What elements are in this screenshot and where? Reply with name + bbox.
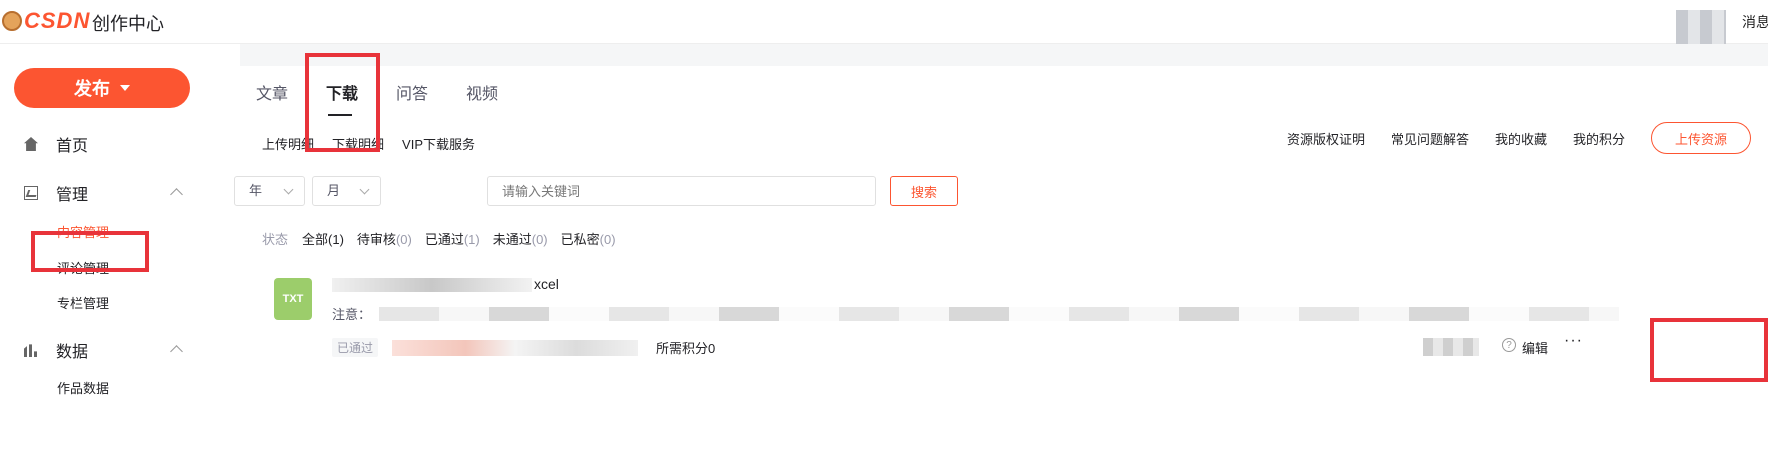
status-approved[interactable]: 已通过(1) bbox=[425, 229, 480, 248]
tab-qa[interactable]: 问答 bbox=[396, 80, 428, 104]
help-icon[interactable]: ? bbox=[1502, 338, 1516, 352]
subtab-download-detail[interactable]: 下载明细 bbox=[332, 134, 384, 153]
search-input[interactable] bbox=[487, 176, 876, 206]
year-select-value: 年 bbox=[249, 183, 263, 198]
top-bar: CSDN 创作中心 消息 bbox=[0, 0, 1768, 44]
resource-links: 资源版权证明 常见问题解答 我的收藏 我的积分 上传资源 bbox=[1287, 122, 1768, 154]
logo-text: CSDN bbox=[24, 8, 91, 33]
chevron-up-icon[interactable] bbox=[170, 188, 183, 201]
status-count: (1) bbox=[463, 232, 480, 247]
status-count: (1) bbox=[328, 232, 344, 247]
points-link[interactable]: 我的积分 bbox=[1573, 129, 1625, 148]
txt-file-icon: TXT bbox=[274, 278, 312, 320]
csdn-mascot-icon bbox=[2, 11, 22, 31]
sidebar-item-label: 管理 bbox=[56, 187, 89, 204]
status-count: (0) bbox=[531, 232, 548, 247]
month-select-value: 月 bbox=[327, 183, 341, 198]
month-select[interactable]: 月 bbox=[312, 176, 381, 206]
resource-meta: 已通过 所需积分0 bbox=[332, 338, 715, 357]
status-name: 全部 bbox=[302, 232, 329, 247]
status-rejected[interactable]: 未通过(0) bbox=[493, 229, 548, 248]
redacted-text bbox=[1423, 338, 1479, 356]
sidebar-item-content-manage[interactable]: 内容管理 bbox=[57, 222, 109, 241]
required-points: 所需积分0 bbox=[656, 341, 716, 356]
chevron-down-icon bbox=[359, 184, 370, 195]
sidebar-item-work-data[interactable]: 作品数据 bbox=[57, 378, 109, 397]
subtab-upload-detail[interactable]: 上传明细 bbox=[262, 134, 314, 153]
chart-icon bbox=[24, 186, 38, 200]
sidebar-item-label: 首页 bbox=[56, 138, 89, 155]
note-label: 注意： bbox=[332, 307, 372, 322]
sidebar-item-comment-manage[interactable]: 评论管理 bbox=[57, 258, 109, 277]
messages-link[interactable]: 消息 bbox=[1742, 12, 1768, 32]
sub-tab-bar: 上传明细 下载明细 VIP下载服务 bbox=[262, 134, 493, 153]
status-private[interactable]: 已私密(0) bbox=[561, 229, 616, 248]
caret-down-icon bbox=[120, 85, 130, 91]
resource-note: 注意： bbox=[332, 304, 1620, 323]
tab-articles[interactable]: 文章 bbox=[256, 80, 288, 104]
app-title: 创作中心 bbox=[92, 14, 164, 34]
year-select[interactable]: 年 bbox=[234, 176, 305, 206]
copyright-proof-link[interactable]: 资源版权证明 bbox=[1287, 129, 1365, 148]
chevron-up-icon[interactable] bbox=[170, 345, 183, 358]
edit-button[interactable]: 编辑 bbox=[1522, 338, 1548, 357]
status-count: (0) bbox=[599, 232, 616, 247]
avatar[interactable] bbox=[1676, 10, 1726, 44]
status-count: (0) bbox=[395, 232, 412, 247]
sidebar-item-data[interactable]: 数据 bbox=[24, 338, 88, 362]
resource-title-suffix: xcel bbox=[534, 276, 559, 292]
redacted-text bbox=[392, 339, 639, 356]
status-badge: 已通过 bbox=[332, 338, 379, 357]
status-name: 已私密 bbox=[560, 232, 600, 247]
upload-resource-button[interactable]: 上传资源 bbox=[1651, 122, 1751, 154]
sidebar: 发布 首页 管理 内容管理 评论管理 专栏管理 数据 作品数据 bbox=[0, 44, 240, 452]
active-tab-indicator bbox=[328, 114, 353, 116]
resource-title[interactable]: xcel bbox=[332, 276, 592, 296]
more-options-button[interactable]: ··· bbox=[1564, 332, 1583, 350]
sidebar-item-manage[interactable]: 管理 bbox=[24, 181, 88, 205]
subtab-vip-download[interactable]: VIP下载服务 bbox=[402, 134, 475, 153]
publish-button[interactable]: 发布 bbox=[14, 68, 190, 108]
tab-bar: 文章 下载 问答 视频 bbox=[256, 80, 536, 116]
search-button[interactable]: 搜索 bbox=[890, 176, 958, 206]
status-name: 待审核 bbox=[356, 232, 396, 247]
status-name: 未通过 bbox=[492, 232, 532, 247]
main-panel: 文章 下载 问答 视频 上传明细 下载明细 VIP下载服务 资源版权证明 常见问… bbox=[234, 66, 1768, 452]
faq-link[interactable]: 常见问题解答 bbox=[1391, 129, 1469, 148]
sidebar-item-home[interactable]: 首页 bbox=[24, 132, 88, 156]
status-filter: 状态 全部(1) 待审核(0) 已通过(1) 未通过(0) 已私密(0) bbox=[262, 229, 629, 248]
publish-label: 发布 bbox=[74, 79, 110, 99]
tab-downloads[interactable]: 下载 bbox=[326, 80, 359, 116]
status-all[interactable]: 全部(1) bbox=[302, 229, 344, 248]
tab-videos[interactable]: 视频 bbox=[466, 80, 498, 104]
chevron-down-icon bbox=[283, 184, 294, 195]
csdn-logo[interactable]: CSDN bbox=[2, 8, 90, 34]
sidebar-item-column-manage[interactable]: 专栏管理 bbox=[57, 293, 109, 312]
redacted-text bbox=[379, 306, 1620, 321]
sidebar-item-label: 数据 bbox=[56, 344, 89, 361]
status-name: 已通过 bbox=[424, 232, 464, 247]
favorites-link[interactable]: 我的收藏 bbox=[1495, 129, 1547, 148]
status-pending[interactable]: 待审核(0) bbox=[357, 229, 412, 248]
redacted-text bbox=[332, 278, 532, 293]
status-label: 状态 bbox=[262, 232, 289, 247]
home-icon bbox=[24, 137, 38, 151]
bar-chart-icon bbox=[24, 344, 37, 357]
tab-label: 下载 bbox=[326, 86, 359, 103]
